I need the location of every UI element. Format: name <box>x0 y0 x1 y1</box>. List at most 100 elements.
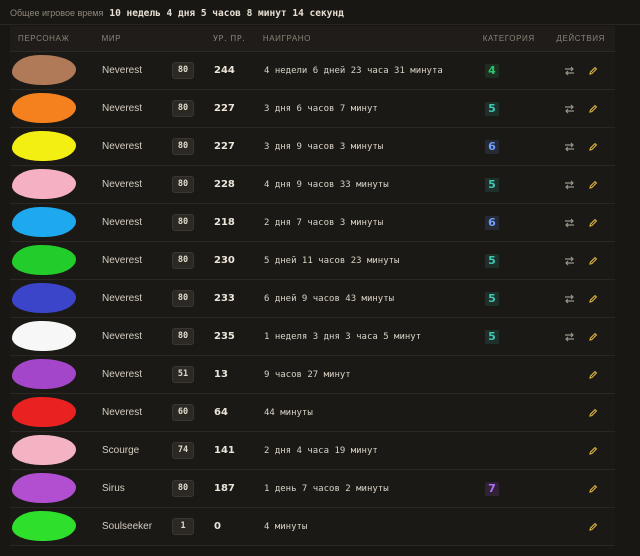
world-cell: Neverest <box>102 369 143 380</box>
world-cell: Neverest <box>102 331 143 342</box>
table-row[interactable]: Scourge 74 141 2 дня 4 часа 19 минут <box>10 432 615 470</box>
played-time-cell: 4 недели 6 дней 23 часа 31 минута <box>264 65 443 76</box>
table-row[interactable]: Neverest 80 228 4 дня 9 часов 33 минуты … <box>10 166 615 204</box>
character-cell[interactable] <box>10 356 102 393</box>
character-cell[interactable] <box>10 508 102 545</box>
character-cell[interactable] <box>10 394 102 431</box>
column-header-rp: УР. ПР. <box>213 34 246 43</box>
column-header-category: КАТЕГОРИЯ <box>482 34 535 43</box>
played-time-cell: 4 минуты <box>264 521 308 532</box>
table-row[interactable]: Soulseeker 1 0 4 минуты <box>10 508 615 546</box>
edit-button[interactable] <box>587 521 599 533</box>
level-cell: 60 <box>172 404 214 421</box>
avatar[interactable] <box>12 359 76 389</box>
transfer-button[interactable] <box>563 103 575 115</box>
avatar[interactable] <box>12 511 76 541</box>
level-cell: 80 <box>172 100 214 117</box>
total-playtime-label: Общее игровое время <box>10 8 104 18</box>
avatar[interactable] <box>12 93 76 123</box>
level-cell: 80 <box>172 328 214 345</box>
edit-button[interactable] <box>587 255 599 267</box>
total-playtime-value: 10 недель 4 дня 5 часов 8 минут 14 секун… <box>109 7 344 19</box>
edit-button[interactable] <box>587 445 599 457</box>
edit-button[interactable] <box>587 331 599 343</box>
world-cell: Neverest <box>102 407 143 418</box>
pencil-icon <box>589 218 598 227</box>
level-badge: 80 <box>172 480 194 497</box>
transfer-button[interactable] <box>563 331 575 343</box>
rp-level-cell: 228 <box>214 179 235 190</box>
avatar[interactable] <box>12 435 76 465</box>
edit-button[interactable] <box>587 65 599 77</box>
world-cell: Neverest <box>102 255 143 266</box>
transfer-button[interactable] <box>563 65 575 77</box>
transfer-button[interactable] <box>563 217 575 229</box>
transfer-button[interactable] <box>563 141 575 153</box>
character-cell[interactable] <box>10 318 102 355</box>
category-cell: 5 <box>485 291 559 306</box>
edit-button[interactable] <box>587 179 599 191</box>
table-row[interactable]: Neverest 80 244 4 недели 6 дней 23 часа … <box>10 52 615 90</box>
table-row[interactable]: Neverest 80 218 2 дня 7 часов 3 минуты 6 <box>10 204 615 242</box>
table-row[interactable]: Neverest 80 233 6 дней 9 часов 43 минуты… <box>10 280 615 318</box>
actions-cell <box>559 179 615 191</box>
edit-button[interactable] <box>587 217 599 229</box>
actions-cell <box>559 521 615 533</box>
category-badge: 5 <box>485 291 499 306</box>
avatar[interactable] <box>12 55 76 85</box>
avatar[interactable] <box>12 283 76 313</box>
swap-arrows-icon <box>564 294 574 303</box>
character-cell[interactable] <box>10 280 102 317</box>
divider <box>0 24 640 25</box>
world-cell: Neverest <box>102 179 143 190</box>
avatar[interactable] <box>12 321 76 351</box>
world-cell: Scourge <box>102 445 140 456</box>
avatar[interactable] <box>12 169 76 199</box>
actions-cell <box>559 483 615 495</box>
character-cell[interactable] <box>10 432 102 469</box>
swap-arrows-icon <box>564 66 574 75</box>
avatar[interactable] <box>12 245 76 275</box>
played-time-cell: 1 день 7 часов 2 минуты <box>264 483 389 494</box>
table-row[interactable]: Sirus 80 187 1 день 7 часов 2 минуты 7 <box>10 470 615 508</box>
transfer-button[interactable] <box>563 179 575 191</box>
character-cell[interactable] <box>10 204 102 241</box>
table-row[interactable]: Neverest 80 227 3 дня 6 часов 7 минут 5 <box>10 90 615 128</box>
category-cell: 5 <box>485 329 559 344</box>
character-cell[interactable] <box>10 166 102 203</box>
avatar[interactable] <box>12 473 76 503</box>
character-cell[interactable] <box>10 128 102 165</box>
actions-cell <box>559 407 615 419</box>
edit-button[interactable] <box>587 407 599 419</box>
table-row[interactable]: Neverest 60 64 44 минуты <box>10 394 615 432</box>
pencil-icon <box>589 370 598 379</box>
level-badge: 51 <box>172 366 194 383</box>
transfer-button[interactable] <box>563 293 575 305</box>
transfer-button[interactable] <box>563 255 575 267</box>
level-badge: 80 <box>172 290 194 307</box>
characters-table: ПЕРСОНАЖ МИР УР. ПР. НАИГРАНО КАТЕГОРИЯ … <box>10 26 615 546</box>
played-time-cell: 44 минуты <box>264 407 313 418</box>
table-row[interactable]: Neverest 80 227 3 дня 9 часов 3 минуты 6 <box>10 128 615 166</box>
character-cell[interactable] <box>10 242 102 279</box>
table-row[interactable]: Neverest 80 230 5 дней 11 часов 23 минут… <box>10 242 615 280</box>
pencil-icon <box>589 446 598 455</box>
character-cell[interactable] <box>10 90 102 127</box>
level-badge: 80 <box>172 252 194 269</box>
avatar[interactable] <box>12 131 76 161</box>
category-cell: 7 <box>485 481 559 496</box>
edit-button[interactable] <box>587 141 599 153</box>
edit-button[interactable] <box>587 293 599 305</box>
character-cell[interactable] <box>10 52 102 89</box>
edit-button[interactable] <box>587 369 599 381</box>
avatar[interactable] <box>12 397 76 427</box>
avatar[interactable] <box>12 207 76 237</box>
character-cell[interactable] <box>10 470 102 507</box>
actions-cell <box>559 103 615 115</box>
edit-button[interactable] <box>587 103 599 115</box>
table-row[interactable]: Neverest 80 235 1 неделя 3 дня 3 часа 5 … <box>10 318 615 356</box>
table-row[interactable]: Neverest 51 13 9 часов 27 минут <box>10 356 615 394</box>
edit-button[interactable] <box>587 483 599 495</box>
pencil-icon <box>589 256 598 265</box>
rp-level-cell: 227 <box>214 141 235 152</box>
